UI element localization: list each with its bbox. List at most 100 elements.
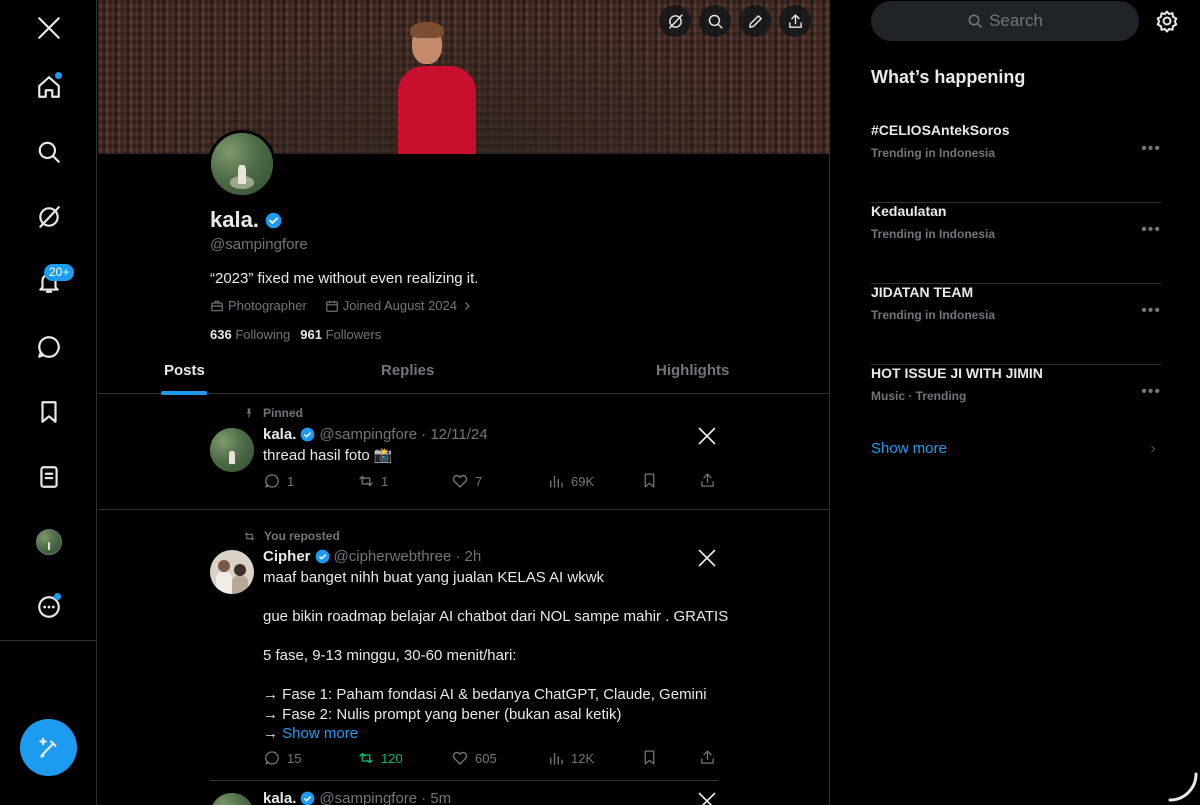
reply-button[interactable]: 15 (263, 749, 301, 767)
banner-player-figure (398, 22, 478, 154)
post-context: You reposted (243, 529, 340, 543)
post-author-name[interactable]: kala. (263, 426, 296, 443)
views-button[interactable]: 12K (547, 749, 594, 767)
share-profile-button[interactable] (779, 5, 811, 37)
x-logo-icon[interactable] (28, 7, 70, 49)
post-divider (210, 780, 718, 781)
reply-button[interactable]: 1 (263, 472, 294, 490)
trend-context: Music · Trending (871, 389, 967, 403)
more-horizontal-icon[interactable]: ••• (1141, 221, 1161, 239)
profile-bio: “2023” fixed me without even realizing i… (210, 270, 479, 287)
like-button[interactable]: 605 (451, 749, 497, 767)
verified-badge-icon[interactable] (265, 212, 282, 229)
search-icon (708, 14, 723, 29)
post-avatar[interactable] (210, 793, 254, 805)
x-logo-icon[interactable] (697, 426, 717, 446)
profile-handle: @sampingfore (210, 236, 308, 253)
notifications-badge: 20+ (44, 264, 75, 281)
settings-gear-icon[interactable] (1155, 9, 1179, 33)
post-partial[interactable]: kala. @sampingfore · 5m (98, 782, 829, 805)
post-pinned[interactable]: Pinned kala. @sampingfore · 12/11/24 thr… (98, 394, 829, 510)
grok-icon[interactable] (28, 196, 70, 238)
post-author-handle[interactable]: @sampingfore (319, 790, 417, 805)
edit-profile-button[interactable] (739, 5, 771, 37)
tab-highlights[interactable]: Highlights (656, 362, 729, 379)
post-avatar[interactable] (210, 550, 254, 594)
post-time[interactable]: · 2h (455, 548, 481, 565)
trend-name: Kedaulatan (871, 203, 947, 219)
verified-badge-icon (315, 549, 329, 564)
compose-post-button[interactable] (20, 719, 77, 776)
profile-nav-avatar[interactable] (28, 521, 70, 563)
followers-link[interactable]: 961 Followers (300, 327, 381, 342)
post-author-name[interactable]: Cipher (263, 548, 311, 565)
following-link[interactable]: 636 Following (210, 327, 290, 342)
post-avatar[interactable] (210, 428, 254, 472)
lists-icon[interactable] (28, 456, 70, 498)
post-header: kala. @sampingfore · 12/11/24 (263, 426, 488, 443)
post-text: thread hasil foto 📸 (263, 447, 393, 464)
trend-name: JIDATAN TEAM (871, 284, 974, 300)
heart-icon (452, 474, 468, 488)
grok-profile-button[interactable] (659, 5, 691, 37)
messages-icon[interactable] (28, 326, 70, 368)
x-logo-icon[interactable] (697, 791, 717, 805)
bookmarks-icon[interactable] (28, 391, 70, 433)
chevron-right-icon[interactable] (461, 300, 473, 312)
whats-happening-title: What’s happening (871, 67, 1026, 87)
bookmark-button[interactable] (641, 472, 658, 489)
more-horizontal-icon[interactable]: ••• (1141, 302, 1161, 320)
views-button[interactable]: 69K (547, 472, 594, 490)
trend-item[interactable]: Kedaulatan Trending in Indonesia ••• (871, 203, 1161, 284)
profile-tabs: Posts Replies Highlights (98, 352, 829, 395)
chevron-right-icon[interactable] (1148, 443, 1158, 455)
trend-context: Trending in Indonesia (871, 308, 996, 322)
tab-posts[interactable]: Posts (164, 362, 205, 379)
post-header: kala. @sampingfore · 5m (263, 790, 451, 805)
post-header: Cipher @cipherwebthree · 2h (263, 548, 481, 565)
bookmark-button[interactable] (641, 749, 658, 766)
post-time[interactable]: · 12/11/24 (421, 426, 487, 443)
profile-display-name: kala. (210, 207, 282, 233)
banner-actions (659, 5, 811, 37)
follow-stats: 636 Following 961 Followers (210, 327, 381, 342)
trends-show-more-link[interactable]: Show more (871, 440, 947, 457)
post-repost[interactable]: You reposted Cipher @cipherwebthree · 2h… (98, 510, 829, 782)
repost-icon (244, 531, 255, 541)
trend-item[interactable]: #CELIOSAntekSoros Trending in Indonesia … (871, 122, 1161, 203)
x-logo-icon[interactable] (697, 548, 717, 568)
post-author-handle[interactable]: @sampingfore (319, 426, 417, 443)
tab-replies[interactable]: Replies (381, 362, 434, 379)
trend-item[interactable]: HOT ISSUE JI WITH JIMIN Music · Trending… (871, 365, 1161, 446)
profile-avatar[interactable] (208, 130, 276, 198)
bookmark-icon (644, 750, 655, 765)
share-icon (701, 473, 714, 487)
share-icon (701, 750, 714, 764)
views-icon (550, 752, 563, 765)
trend-name: #CELIOSAntekSoros (871, 122, 1010, 138)
trend-name: HOT ISSUE JI WITH JIMIN (871, 365, 1043, 381)
show-more-link[interactable]: Show more (282, 725, 358, 742)
repost-button[interactable]: 1 (357, 472, 388, 490)
more-icon[interactable] (28, 586, 70, 628)
trend-context: Trending in Indonesia (871, 227, 996, 241)
post-author-handle[interactable]: @cipherwebthree (334, 548, 452, 565)
trend-item[interactable]: JIDATAN TEAM Trending in Indonesia ••• (871, 284, 1161, 365)
repost-icon (359, 752, 373, 764)
more-horizontal-icon[interactable]: ••• (1141, 383, 1161, 401)
like-button[interactable]: 7 (451, 472, 482, 490)
post-author-name[interactable]: kala. (263, 790, 296, 805)
search-icon[interactable] (28, 131, 70, 173)
search-input[interactable]: Search (871, 1, 1139, 41)
share-button[interactable] (699, 749, 716, 766)
share-button[interactable] (699, 472, 716, 489)
briefcase-icon (211, 300, 223, 311)
post-time[interactable]: · 5m (421, 790, 451, 805)
more-horizontal-icon[interactable]: ••• (1141, 140, 1161, 158)
home-icon[interactable] (28, 66, 70, 108)
grok-icon (668, 13, 683, 29)
loading-spinner-icon (1168, 772, 1198, 802)
search-profile-button[interactable] (699, 5, 731, 37)
repost-icon (359, 475, 373, 487)
repost-button[interactable]: 120 (357, 749, 403, 767)
